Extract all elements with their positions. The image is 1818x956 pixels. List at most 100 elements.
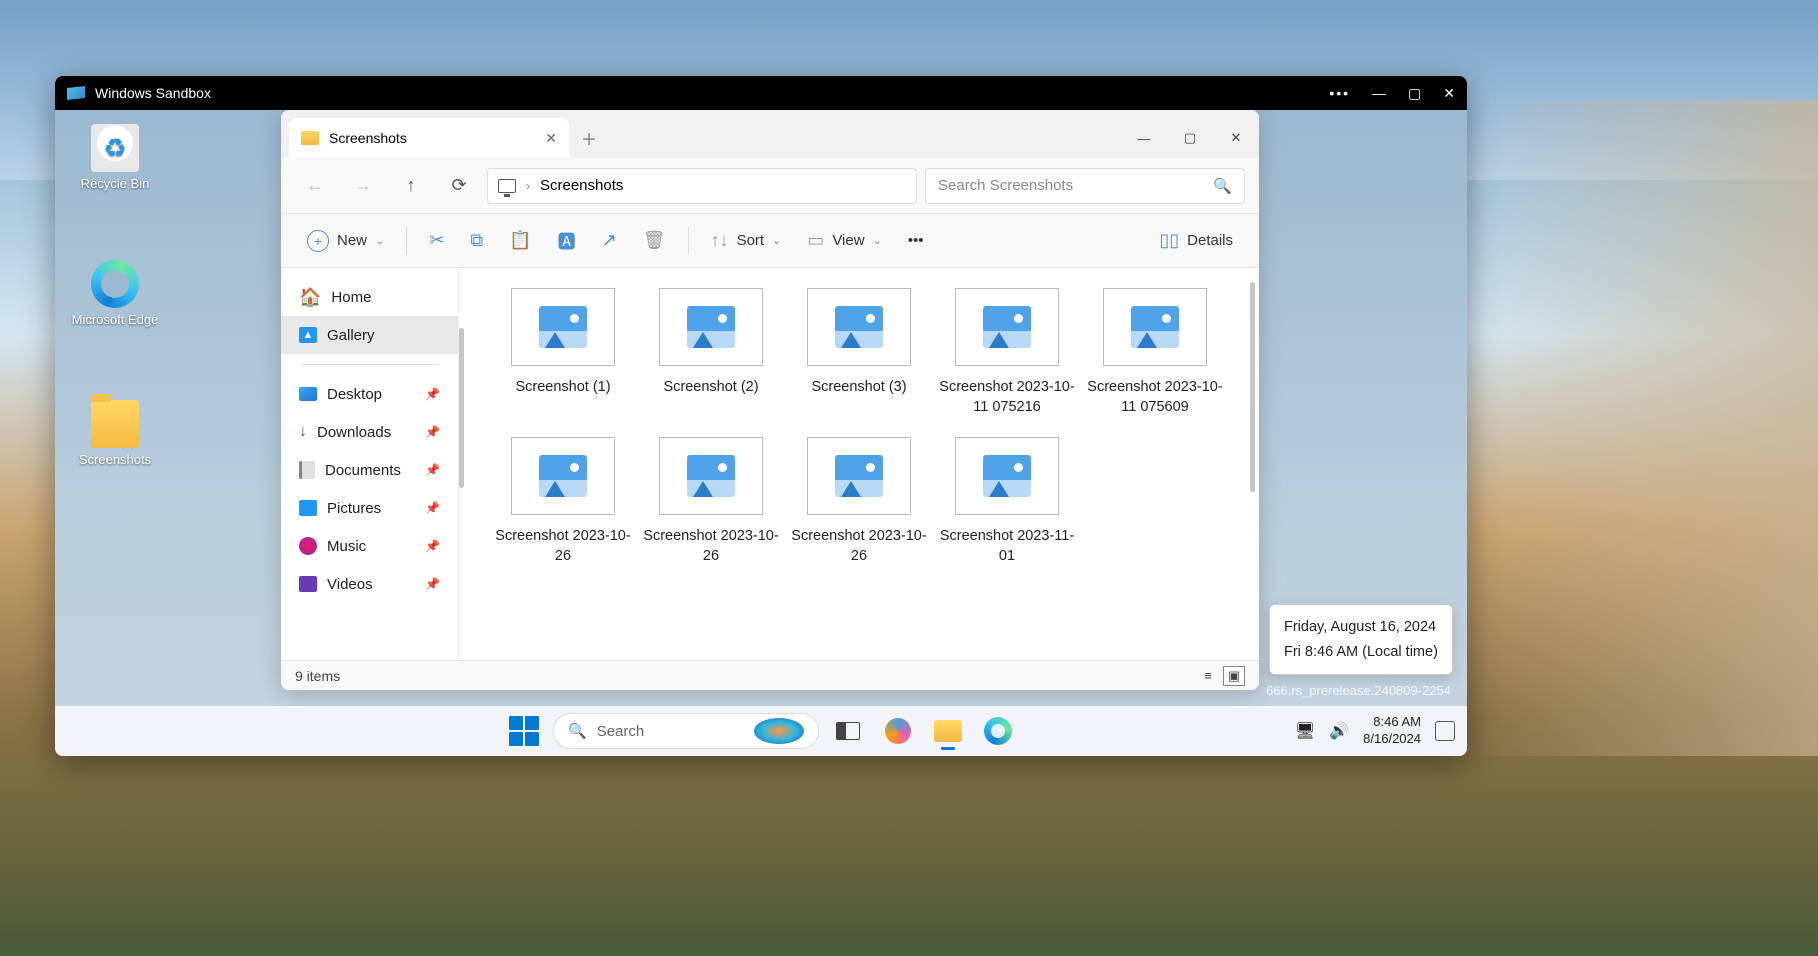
start-button[interactable] xyxy=(503,710,545,752)
sidebar-item-desktop[interactable]: Desktop 📌 xyxy=(281,375,458,413)
plus-circle-icon: + xyxy=(307,230,329,252)
file-item[interactable]: Screenshot (1) xyxy=(489,288,637,417)
sandbox-maximize-button[interactable] xyxy=(1408,85,1421,102)
image-icon xyxy=(1131,306,1179,348)
copy-button[interactable]: ⧉ xyxy=(460,224,493,257)
sidebar-item-gallery[interactable]: ▲ Gallery xyxy=(281,316,458,354)
rename-button[interactable]: 🅰 xyxy=(548,222,586,260)
explorer-minimize-button[interactable]: — xyxy=(1121,118,1167,158)
image-icon xyxy=(983,455,1031,497)
file-item[interactable]: Screenshot 2023-11-01 xyxy=(933,437,1081,566)
taskbar-clock[interactable]: 8:46 AM 8/16/2024 xyxy=(1363,714,1421,748)
image-thumbnail xyxy=(511,437,615,515)
image-icon xyxy=(687,455,735,497)
sidebar-item-music[interactable]: Music 📌 xyxy=(281,527,458,565)
sidebar-item-pictures[interactable]: Pictures 📌 xyxy=(281,489,458,527)
cut-icon: ✂ xyxy=(429,230,444,251)
tab-close-button[interactable]: ✕ xyxy=(545,130,557,147)
file-item[interactable]: Screenshot (3) xyxy=(785,288,933,417)
sandbox-window: Windows Sandbox ••• Recycle Bin Microsof… xyxy=(55,76,1467,756)
nav-refresh-button[interactable]: ⟳ xyxy=(439,168,479,204)
status-bar: 9 items ≡ ▣ xyxy=(281,660,1259,690)
taskbar-search[interactable]: 🔍 Search xyxy=(553,713,819,749)
sandbox-minimize-button[interactable] xyxy=(1372,85,1386,101)
desktop-icon-recycle-bin[interactable]: Recycle Bin xyxy=(70,124,160,191)
pin-icon[interactable]: 📌 xyxy=(425,539,440,553)
clock-tooltip: Friday, August 16, 2024 Fri 8:46 AM (Loc… xyxy=(1269,604,1453,675)
sandbox-desktop[interactable]: Recycle Bin Microsoft Edge Screenshots S… xyxy=(55,110,1467,756)
explorer-close-button[interactable]: ✕ xyxy=(1213,118,1259,158)
file-item[interactable]: Screenshot 2023-10-11 075609 xyxy=(1081,288,1229,417)
nav-back-button[interactable]: ← xyxy=(295,168,335,204)
file-grid[interactable]: Screenshot (1) Screenshot (2) Screenshot… xyxy=(459,268,1259,660)
file-name: Screenshot (2) xyxy=(637,378,785,398)
more-button[interactable]: ••• xyxy=(898,226,934,255)
build-watermark: 666.rs_prerelease.240809-2254 xyxy=(1266,683,1451,698)
nav-forward-button[interactable]: → xyxy=(343,168,383,204)
paste-button[interactable]: 📋 xyxy=(499,224,541,257)
new-tab-button[interactable]: ＋ xyxy=(569,118,609,158)
copilot-button[interactable] xyxy=(877,710,919,752)
image-thumbnail xyxy=(1103,288,1207,366)
explorer-tab[interactable]: Screenshots ✕ xyxy=(289,118,569,158)
sidebar-item-videos[interactable]: Videos 📌 xyxy=(281,565,458,603)
item-count: 9 items xyxy=(295,668,340,684)
desktop-icon-screenshots[interactable]: Screenshots xyxy=(70,400,160,467)
new-button[interactable]: + New ⌄ xyxy=(297,224,394,258)
file-item[interactable]: Screenshot (2) xyxy=(637,288,785,417)
file-item[interactable]: Screenshot 2023-10-26 xyxy=(637,437,785,566)
videos-icon xyxy=(299,576,317,592)
image-thumbnail xyxy=(659,437,763,515)
view-list-button[interactable]: ≡ xyxy=(1197,666,1219,686)
file-item[interactable]: Screenshot 2023-10-11 075216 xyxy=(933,288,1081,417)
sidebar-item-home[interactable]: 🏠 Home xyxy=(281,278,458,316)
details-button[interactable]: ▯▯ Details xyxy=(1149,224,1243,257)
chevron-down-icon: ⌄ xyxy=(873,234,882,247)
delete-button[interactable]: 🗑 xyxy=(633,224,676,257)
sandbox-menu-icon[interactable]: ••• xyxy=(1329,85,1350,101)
pin-icon[interactable]: 📌 xyxy=(425,577,440,591)
pin-icon[interactable]: 📌 xyxy=(425,387,440,401)
sandbox-title: Windows Sandbox xyxy=(95,85,1329,101)
pin-icon[interactable]: 📌 xyxy=(425,425,440,439)
copilot-icon xyxy=(885,718,911,744)
search-box[interactable]: Search Screenshots 🔍 xyxy=(925,168,1245,204)
share-button[interactable]: ↗ xyxy=(592,224,627,257)
network-icon[interactable]: 🖥 xyxy=(1295,721,1315,741)
image-icon xyxy=(835,306,883,348)
file-item[interactable]: Screenshot 2023-10-26 xyxy=(785,437,933,566)
volume-icon[interactable]: 🔊 xyxy=(1329,721,1349,741)
desktop-icon-label: Recycle Bin xyxy=(70,176,160,191)
file-name: Screenshot 2023-10-26 xyxy=(785,527,933,566)
recycle-bin-icon xyxy=(91,124,139,172)
notifications-button[interactable] xyxy=(1435,721,1455,741)
explorer-maximize-button[interactable]: ▢ xyxy=(1167,118,1213,158)
file-explorer-taskbar-button[interactable] xyxy=(927,710,969,752)
gallery-icon: ▲ xyxy=(299,327,317,343)
explorer-tabstrip: Screenshots ✕ ＋ — ▢ ✕ xyxy=(281,110,1259,158)
sidebar-item-documents[interactable]: Documents 📌 xyxy=(281,451,458,489)
desktop-icon-edge[interactable]: Microsoft Edge xyxy=(70,260,160,327)
cut-button[interactable]: ✂ xyxy=(419,224,454,257)
task-view-button[interactable] xyxy=(827,710,869,752)
file-item[interactable]: Screenshot 2023-10-26 xyxy=(489,437,637,566)
nav-up-button[interactable]: ↑ xyxy=(391,168,431,204)
search-icon: 🔍 xyxy=(568,722,587,740)
sort-icon: ↑↓ xyxy=(711,230,729,251)
view-grid-button[interactable]: ▣ xyxy=(1223,666,1245,686)
sidebar-item-downloads[interactable]: ↓ Downloads 📌 xyxy=(281,413,458,451)
pin-icon[interactable]: 📌 xyxy=(425,463,440,477)
tooltip-date: Friday, August 16, 2024 xyxy=(1284,615,1438,640)
taskbar: 🔍 Search 🖥 🔊 8:46 AM 8/16/2024 xyxy=(55,706,1467,756)
pin-icon[interactable]: 📌 xyxy=(425,501,440,515)
file-name: Screenshot 2023-10-11 075216 xyxy=(933,378,1081,417)
edge-taskbar-button[interactable] xyxy=(977,710,1019,752)
copy-icon: ⧉ xyxy=(470,230,483,251)
sort-button[interactable]: ↑↓ Sort ⌄ xyxy=(701,224,792,257)
breadcrumb-segment[interactable]: Screenshots xyxy=(540,177,623,194)
edge-icon xyxy=(91,260,139,308)
view-button[interactable]: ▭ View ⌄ xyxy=(797,224,891,257)
sandbox-close-button[interactable] xyxy=(1443,85,1455,102)
sandbox-titlebar[interactable]: Windows Sandbox ••• xyxy=(55,76,1467,110)
address-bar[interactable]: › Screenshots xyxy=(487,168,917,204)
